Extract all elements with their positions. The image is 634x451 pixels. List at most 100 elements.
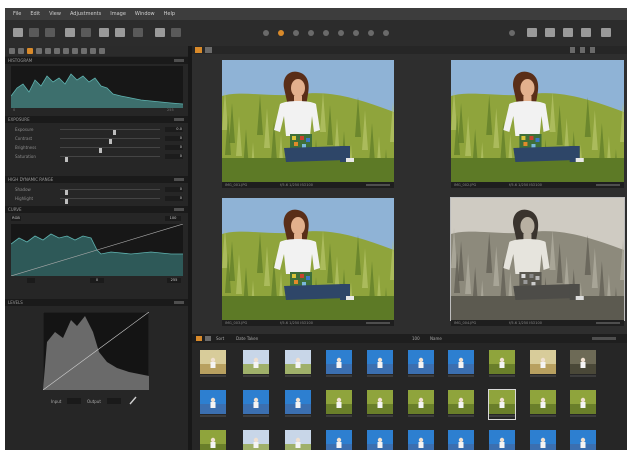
tab-library-icon[interactable]: [9, 48, 15, 54]
export-icon[interactable]: [115, 28, 125, 37]
menu-view[interactable]: View: [49, 11, 61, 17]
panel-controls-icon[interactable]: [174, 208, 184, 211]
slider-value[interactable]: 0.0: [165, 127, 183, 132]
slider-value[interactable]: 0: [165, 136, 183, 141]
viewer-layout-icon[interactable]: [205, 47, 212, 53]
curve-channel-select[interactable]: RGB: [11, 216, 21, 221]
curve-graph[interactable]: [11, 224, 183, 276]
panel-controls-icon[interactable]: [174, 178, 184, 181]
multi-view-icon[interactable]: [563, 28, 573, 37]
photo-rating[interactable]: [596, 184, 620, 186]
redo-icon[interactable]: [171, 28, 181, 37]
tab-details-icon[interactable]: [63, 48, 69, 54]
menu-edit[interactable]: Edit: [30, 11, 40, 17]
slider-track[interactable]: [60, 156, 160, 162]
thumbnail[interactable]: [570, 430, 596, 450]
fullscreen-icon[interactable]: [581, 28, 591, 37]
menu-image[interactable]: Image: [110, 11, 126, 17]
thumbnail[interactable]: [367, 390, 393, 419]
menu-window[interactable]: Window: [135, 11, 155, 17]
import-icon[interactable]: [13, 28, 23, 37]
slider-value[interactable]: 0: [165, 196, 183, 201]
thumbnail[interactable]: [243, 430, 269, 450]
photo-variant[interactable]: [222, 198, 396, 327]
thumbnail[interactable]: [408, 430, 434, 450]
thumbnail[interactable]: [285, 390, 311, 419]
eraser-tool-icon[interactable]: [383, 30, 389, 36]
slider-value[interactable]: 0: [165, 154, 183, 159]
curve-output-value[interactable]: 255: [167, 278, 181, 283]
viewer-zoom-out-icon[interactable]: [570, 47, 575, 53]
capture-icon[interactable]: [65, 28, 75, 37]
photo-rating[interactable]: [366, 322, 390, 324]
brush-tool-icon[interactable]: [368, 30, 374, 36]
panel-controls-icon[interactable]: [174, 118, 184, 121]
curve-value[interactable]: 100: [165, 216, 181, 221]
sort-select[interactable]: Date Taken: [236, 334, 258, 343]
levels-input-field[interactable]: [67, 398, 81, 404]
pan-tool-icon[interactable]: [278, 30, 284, 36]
tab-color-icon[interactable]: [27, 48, 33, 54]
thumbnail-size-slider[interactable]: [592, 337, 616, 340]
photo-variant[interactable]: [222, 60, 396, 189]
rotate-tool-icon[interactable]: [323, 30, 329, 36]
compare-icon[interactable]: [133, 28, 143, 37]
tab-lens-icon[interactable]: [45, 48, 51, 54]
photo-variant[interactable]: [450, 197, 627, 327]
menu-adjustments[interactable]: Adjustments: [70, 11, 101, 17]
photo-rating[interactable]: [366, 184, 390, 186]
grid-view-icon[interactable]: [527, 28, 537, 37]
slider-track[interactable]: [60, 198, 160, 204]
tab-exposure-icon[interactable]: [36, 48, 42, 54]
settings-icon[interactable]: [601, 28, 611, 37]
photo-rating[interactable]: [596, 322, 620, 324]
tab-composition-icon[interactable]: [54, 48, 60, 54]
thumbnail[interactable]: [530, 390, 556, 419]
viewer-fit-icon[interactable]: [590, 47, 595, 53]
view-select[interactable]: Name: [430, 334, 442, 343]
tab-metadata-icon[interactable]: [81, 48, 87, 54]
thumbnail[interactable]: [200, 350, 226, 379]
process-icon[interactable]: [99, 28, 109, 37]
thumbnail[interactable]: [367, 430, 393, 450]
thumbnail[interactable]: [570, 390, 596, 419]
thumbnail[interactable]: [570, 350, 596, 379]
tab-output-icon[interactable]: [90, 48, 96, 54]
thumbnail[interactable]: [530, 430, 556, 450]
browser-view-icon[interactable]: [205, 336, 211, 341]
thumbnail[interactable]: [285, 430, 311, 450]
viewer-zoom-in-icon[interactable]: [580, 47, 585, 53]
undo-icon[interactable]: [155, 28, 165, 37]
thumbnail[interactable]: [448, 430, 474, 450]
thumbnail[interactable]: [448, 390, 474, 419]
curve-pick-icon[interactable]: [27, 278, 35, 283]
thumbnail[interactable]: [488, 389, 516, 420]
slider-track[interactable]: [60, 189, 160, 195]
slider-track[interactable]: [60, 129, 160, 135]
tab-local-icon[interactable]: [72, 48, 78, 54]
thumbnail[interactable]: [408, 390, 434, 419]
slider-value[interactable]: 0: [165, 187, 183, 192]
camera-icon[interactable]: [81, 28, 91, 37]
thumbnail[interactable]: [243, 350, 269, 379]
eyedropper-icon[interactable]: [129, 396, 137, 405]
panel-controls-icon[interactable]: [174, 59, 184, 62]
thumbnail[interactable]: [367, 350, 393, 379]
thumbnail[interactable]: [326, 390, 352, 419]
library-icon[interactable]: [29, 28, 39, 37]
thumbnail[interactable]: [448, 350, 474, 379]
thumbnail[interactable]: [408, 350, 434, 379]
zoom-tool-icon[interactable]: [293, 30, 299, 36]
warning-icon[interactable]: [509, 30, 515, 36]
thumbnail[interactable]: [326, 350, 352, 379]
straighten-tool-icon[interactable]: [338, 30, 344, 36]
menu-help[interactable]: Help: [164, 11, 175, 17]
slider-track[interactable]: [60, 138, 160, 144]
viewer-mode-icon[interactable]: [195, 47, 202, 53]
crop-tool-icon[interactable]: [308, 30, 314, 36]
levels-output-field[interactable]: [107, 398, 121, 404]
browser-filter-icon[interactable]: [196, 336, 202, 341]
thumbnail[interactable]: [200, 390, 226, 419]
thumbnail[interactable]: [489, 350, 515, 379]
thumbnail[interactable]: [489, 430, 515, 450]
